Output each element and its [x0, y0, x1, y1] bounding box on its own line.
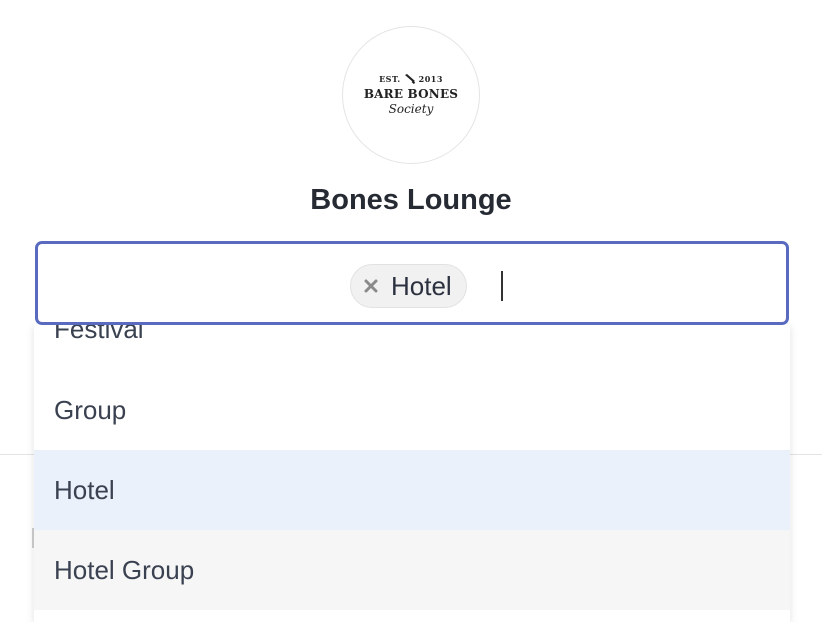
dropdown-option-festival[interactable]: Festival: [34, 324, 790, 369]
venue-logo: EST. 2013 BARE BONES Society: [342, 26, 480, 164]
logo-year-text: 2013: [418, 74, 443, 84]
close-icon: [364, 279, 378, 293]
dropdown-option-hotel[interactable]: Hotel: [34, 450, 790, 530]
logo-est-line: EST. 2013: [379, 74, 443, 84]
chip-label: Hotel: [391, 270, 452, 301]
dropdown-option-hotel-group[interactable]: Hotel Group: [34, 530, 790, 610]
selected-chip-hotel: Hotel: [350, 264, 467, 308]
dropdown-option-group[interactable]: Group: [34, 370, 790, 450]
dropdown-menu: Festival Group Hotel Hotel Group: [34, 324, 790, 622]
logo-society-text: Society: [388, 102, 434, 116]
chip-remove-icon[interactable]: [361, 276, 381, 296]
logo-est-text: EST.: [379, 74, 401, 84]
page: EST. 2013 BARE BONES Society Bones Loung…: [0, 0, 822, 622]
knife-icon: [404, 74, 415, 84]
logo-name-text: BARE BONES: [363, 87, 459, 101]
text-cursor: [501, 271, 503, 301]
type-multiselect-input[interactable]: Hotel: [35, 241, 789, 325]
venue-title: Bones Lounge: [310, 184, 512, 216]
